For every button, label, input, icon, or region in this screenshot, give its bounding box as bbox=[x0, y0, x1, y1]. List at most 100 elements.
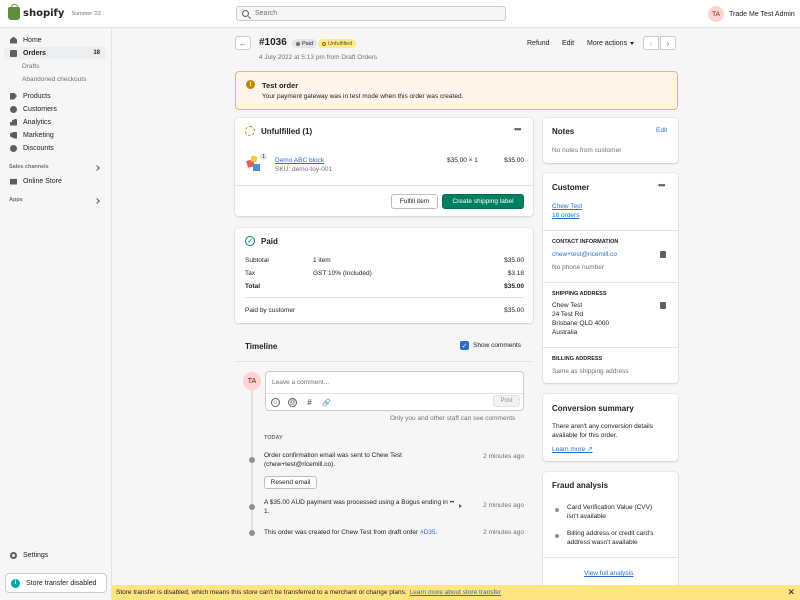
shipping-address-label: SHIPPING ADDRESS bbox=[552, 291, 607, 297]
unit-price: $35.00 × 1 bbox=[447, 157, 478, 164]
sidebar-item-home[interactable]: Home bbox=[4, 34, 106, 46]
previous-order-button[interactable]: ‹ bbox=[643, 36, 659, 50]
tax-detail: GST 10% (Included) bbox=[313, 270, 372, 277]
sidebar-item-orders[interactable]: Orders 18 bbox=[4, 47, 106, 59]
create-shipping-label-button[interactable]: Create shipping label bbox=[442, 194, 524, 209]
show-comments-label[interactable]: Show comments bbox=[473, 342, 521, 349]
notes-card bbox=[543, 118, 678, 163]
edit-button[interactable]: Edit bbox=[562, 40, 574, 47]
sidebar-item-label: Products bbox=[23, 92, 51, 100]
sidebar-item-products[interactable]: Products bbox=[4, 90, 106, 102]
search-input[interactable]: Search bbox=[236, 6, 506, 21]
page-title: #1036 bbox=[259, 37, 287, 48]
orders-icon bbox=[10, 49, 17, 57]
timeline-title: Timeline bbox=[245, 342, 278, 351]
divider bbox=[235, 361, 533, 362]
timeline-event-text[interactable]: A $35.00 AUD payment was processed using… bbox=[264, 499, 459, 517]
show-comments-checkbox[interactable]: ✓ bbox=[460, 341, 469, 350]
address-line: Chew Test bbox=[552, 302, 583, 309]
paid-by-customer-label: Paid by customer bbox=[245, 307, 296, 314]
sidebar-item-label: Discounts bbox=[23, 144, 54, 152]
timeline-event-dot bbox=[249, 457, 255, 463]
mention-icon[interactable]: @ bbox=[288, 398, 297, 407]
next-order-button[interactable]: › bbox=[660, 36, 676, 50]
store-transfer-status[interactable]: i Store transfer disabled bbox=[5, 573, 107, 593]
sidebar-item-analytics[interactable]: Analytics bbox=[4, 116, 106, 128]
hashtag-icon[interactable]: # bbox=[305, 398, 314, 407]
store-transfer-bar: Store transfer is disabled, which means … bbox=[112, 585, 800, 600]
line-total: $35.00 bbox=[504, 157, 524, 164]
resend-email-button[interactable]: Resend email bbox=[264, 476, 317, 489]
sidebar-item-marketing[interactable]: Marketing bbox=[4, 129, 106, 141]
external-link-icon: ↗ bbox=[587, 446, 593, 453]
clipboard-icon[interactable] bbox=[660, 251, 666, 258]
notes-title: Notes bbox=[552, 127, 575, 136]
divider bbox=[543, 282, 678, 283]
sidebar-item-label: Marketing bbox=[23, 131, 54, 139]
fraud-item-line: Billing address or credit card's bbox=[567, 530, 654, 537]
view-full-analysis-link[interactable]: View full analysis bbox=[584, 570, 633, 577]
store-transfer-text: Store transfer is disabled, which means … bbox=[116, 589, 407, 596]
timeline-event-time: 2 minutes ago bbox=[483, 453, 524, 460]
learn-more-link[interactable]: Learn more ↗ bbox=[552, 445, 593, 453]
divider bbox=[543, 347, 678, 348]
draft-order-link[interactable]: #D35 bbox=[420, 529, 436, 536]
fraud-title: Fraud analysis bbox=[552, 481, 609, 490]
sidebar-item-label: Orders bbox=[23, 49, 46, 57]
customer-email-link[interactable]: chew+test@ricemill.co bbox=[552, 251, 617, 258]
sidebar-item-drafts[interactable]: Drafts bbox=[22, 63, 39, 70]
sidebar-item-online-store[interactable]: Online Store bbox=[4, 175, 106, 187]
more-actions-button[interactable]: More actions bbox=[587, 40, 635, 47]
address-line: Brisbane QLD 4000 bbox=[552, 320, 610, 327]
chevron-right-icon[interactable] bbox=[94, 165, 100, 171]
badge-label: Paid bbox=[302, 40, 314, 47]
expand-caret-icon[interactable] bbox=[459, 504, 462, 508]
more-options-icon[interactable]: ••• bbox=[514, 124, 522, 134]
post-button[interactable]: Post bbox=[493, 395, 520, 407]
store-transfer-link[interactable]: Learn more about store transfer bbox=[410, 589, 501, 596]
timeline-event-time: 2 minutes ago bbox=[483, 502, 524, 509]
comment-input[interactable]: Leave a comment... ☺ @ # 🔗 bbox=[265, 371, 524, 411]
chevron-right-icon[interactable] bbox=[94, 198, 100, 204]
attachment-icon[interactable]: 🔗 bbox=[322, 398, 331, 407]
paid-title: Paid bbox=[261, 237, 278, 246]
customer-name-link[interactable]: Chew Test bbox=[552, 203, 582, 210]
address-line: Australia bbox=[552, 329, 578, 336]
conversion-title: Conversion summary bbox=[552, 404, 634, 413]
brand-name: shopify bbox=[23, 8, 65, 19]
dot-icon bbox=[296, 41, 300, 46]
more-options-icon[interactable]: ••• bbox=[658, 180, 666, 190]
timeline-event-text: This order was created for Chew Test fro… bbox=[264, 529, 437, 538]
paid-by-customer-amount: $35.00 bbox=[504, 307, 524, 314]
tax-label: Tax bbox=[245, 270, 256, 277]
timeline-event-text: Order confirmation email was sent to Che… bbox=[264, 452, 402, 468]
emoji-icon[interactable]: ☺ bbox=[271, 398, 280, 407]
timeline-event-dot bbox=[249, 504, 255, 510]
back-button[interactable]: ← bbox=[235, 36, 251, 50]
fulfill-item-button[interactable]: Fulfill item bbox=[391, 194, 438, 209]
sidebar-item-settings[interactable]: Settings bbox=[4, 549, 106, 561]
sidebar-item-customers[interactable]: Customers bbox=[4, 103, 106, 115]
avatar: TA bbox=[708, 6, 724, 22]
quantity-badge: 1 bbox=[259, 152, 268, 161]
conversion-text-line: available for this order. bbox=[552, 432, 618, 439]
sidebar-item-label: Analytics bbox=[23, 118, 52, 126]
clipboard-icon[interactable] bbox=[660, 302, 666, 309]
divider bbox=[543, 557, 678, 558]
subtotal-amount: $35.00 bbox=[504, 257, 524, 264]
megaphone-icon bbox=[10, 131, 17, 139]
notes-edit-link[interactable]: Edit bbox=[656, 127, 667, 134]
refund-button[interactable]: Refund bbox=[527, 40, 550, 47]
product-link[interactable]: Demo ABC block bbox=[275, 157, 324, 164]
sidebar-item-abandoned-checkouts[interactable]: Abandoned checkouts bbox=[22, 76, 86, 83]
top-bar: shopify Summer '22 Search TA Trade Me Te… bbox=[0, 0, 800, 28]
product-sku: SKU: demo-toy-001 bbox=[275, 166, 333, 173]
customer-orders-link[interactable]: 18 orders bbox=[552, 212, 579, 219]
dot-icon bbox=[322, 41, 326, 46]
close-icon[interactable]: ✕ bbox=[787, 587, 795, 598]
sidebar: Home Orders 18 Drafts Abandoned checkout… bbox=[0, 28, 112, 600]
search-icon bbox=[242, 10, 249, 17]
user-menu[interactable]: TA Trade Me Test Admin bbox=[708, 6, 795, 22]
shopify-logo[interactable]: shopify Summer '22 bbox=[8, 4, 101, 20]
sidebar-item-discounts[interactable]: Discounts bbox=[4, 142, 106, 154]
